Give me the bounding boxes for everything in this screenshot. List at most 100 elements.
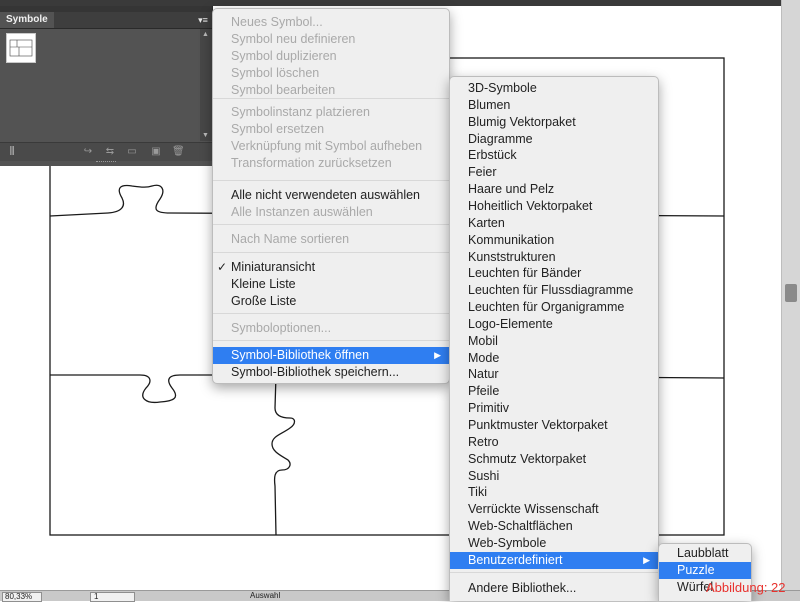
menu-item-alle-nicht-verwendeten-auswählen[interactable]: Alle nicht verwendeten auswählen <box>213 187 449 204</box>
panel-resize-grip[interactable] <box>96 161 116 166</box>
menu-item-symbol-neu-definieren: Symbol neu definieren <box>213 31 449 48</box>
menu-item-label: Laubblatt <box>677 546 729 560</box>
menu-item-label: Punktmuster Vektorpaket <box>468 418 608 432</box>
library-item-karten[interactable]: Karten <box>450 215 658 232</box>
library-item-feier[interactable]: Feier <box>450 164 658 181</box>
menu-item-kleine-liste[interactable]: Kleine Liste <box>213 276 449 293</box>
symbol-library-menu-icon[interactable]: ⫼ <box>6 146 18 158</box>
menu-item-label: Neues Symbol... <box>231 15 323 29</box>
library-item-sushi[interactable]: Sushi <box>450 468 658 485</box>
menu-item-symbol-ersetzen: Symbol ersetzen <box>213 121 449 138</box>
library-item-hoheitlich-vektorpaket[interactable]: Hoheitlich Vektorpaket <box>450 198 658 215</box>
library-item-kunststrukturen[interactable]: Kunststrukturen <box>450 249 658 266</box>
menu-item-label: Verknüpfung mit Symbol aufheben <box>231 139 423 153</box>
menu-item-label: Natur <box>468 367 499 382</box>
status-text[interactable]: Auswahl <box>250 592 280 600</box>
menu-item-symbol-bibliothek-öffnen[interactable]: Symbol-Bibliothek öffnen ▶ <box>213 347 449 364</box>
menu-item-label: Symbolinstanz platzieren <box>231 105 370 119</box>
library-item-kommunikation[interactable]: Kommunikation <box>450 232 658 249</box>
menu-item-label: Miniaturansicht <box>231 260 316 274</box>
scroll-up-icon[interactable]: ▲ <box>202 31 209 38</box>
library-item-web-schaltflächen[interactable]: Web-Schaltflächen <box>450 518 658 535</box>
menu-item-label: Haare und Pelz <box>468 182 555 197</box>
library-item-blumig-vektorpaket[interactable]: Blumig Vektorpaket <box>450 114 658 131</box>
panel-toolbar: ⫼ ↪ ⇆ ▭ ▣ 🗑 <box>0 142 212 161</box>
new-symbol-icon[interactable]: ▣ <box>150 146 162 158</box>
library-item-mobil[interactable]: Mobil <box>450 333 658 350</box>
puzzle-thumbnail-icon <box>9 39 33 57</box>
menu-separator <box>213 180 449 181</box>
menu-item-label: Alle Instanzen auswählen <box>231 205 373 219</box>
canvas-vertical-scrollbar[interactable] <box>781 0 800 590</box>
symbol-options-icon[interactable]: ▭ <box>126 146 138 158</box>
library-item-tiki[interactable]: Tiki <box>450 484 658 501</box>
menu-item-label: Symbol neu definieren <box>231 32 356 46</box>
library-item-mode[interactable]: Mode <box>450 350 658 367</box>
library-item-diagramme[interactable]: Diagramme <box>450 131 658 148</box>
library-item-web-symbole[interactable]: Web-Symbole <box>450 535 658 552</box>
library-item-leuchten-für-organigramme[interactable]: Leuchten für Organigramme <box>450 299 658 316</box>
zoom-field[interactable]: 80,33% <box>2 592 42 602</box>
library-item-logo-elemente[interactable]: Logo-Elemente <box>450 316 658 333</box>
menu-item-neues-symbol: Neues Symbol... <box>213 14 449 31</box>
menu-item-label: Tiki <box>468 485 487 500</box>
trash-icon[interactable]: 🗑 <box>172 146 185 158</box>
menu-item-symboloptionen: Symboloptionen... <box>213 320 449 337</box>
menu-item-label: Web-Symbole <box>468 535 547 550</box>
menu-item-other-library[interactable]: Andere Bibliothek... <box>450 580 658 597</box>
library-item-leuchten-für-flussdiagramme[interactable]: Leuchten für Flussdiagramme <box>450 282 658 299</box>
menu-item-label: Feier <box>468 165 497 180</box>
menu-item-label: Symbol bearbeiten <box>231 83 336 97</box>
menu-item-label: Leuchten für Bänder <box>468 266 582 281</box>
menu-item-große-liste[interactable]: Große Liste <box>213 293 449 310</box>
break-link-icon[interactable]: ⇆ <box>104 146 116 158</box>
scrollbar-thumb[interactable] <box>785 284 797 302</box>
menu-item-label: Symbol-Bibliothek speichern... <box>231 365 400 379</box>
symbols-list[interactable] <box>0 29 200 141</box>
menu-separator <box>213 224 449 225</box>
checkmark-icon: ✓ <box>217 260 228 274</box>
menu-item-label: Verrückte Wissenschaft <box>468 502 599 517</box>
menu-item-label: Kleine Liste <box>231 277 296 291</box>
custom-item-laubblatt[interactable]: Laubblatt <box>659 545 751 562</box>
custom-item-puzzle[interactable]: Puzzle <box>659 562 751 579</box>
library-item-verrückte-wissenschaft[interactable]: Verrückte Wissenschaft <box>450 501 658 518</box>
symbol-thumbnail-puzzle[interactable] <box>6 33 36 63</box>
library-item-3d-symbole[interactable]: 3D-Symbole <box>450 80 658 97</box>
menu-item-label: Symbol löschen <box>231 66 320 80</box>
menu-item-label: Benutzerdefiniert <box>468 552 563 567</box>
place-symbol-instance-icon[interactable]: ↪ <box>82 146 94 158</box>
library-item-primitiv[interactable]: Primitiv <box>450 400 658 417</box>
library-item-natur[interactable]: Natur <box>450 366 658 383</box>
symbols-panel: Symbole ▾≡ ▲ ▼ ⫼ ↪ ⇆ ▭ ▣ 🗑 <box>0 6 213 166</box>
library-item-blumen[interactable]: Blumen <box>450 97 658 114</box>
panel-scrollbar[interactable]: ▲ ▼ <box>200 29 212 141</box>
library-item-retro[interactable]: Retro <box>450 434 658 451</box>
panel-menu-icon[interactable]: ▾≡ <box>196 14 210 26</box>
scroll-down-icon[interactable]: ▼ <box>202 132 209 139</box>
tab-symbols[interactable]: Symbole <box>0 12 54 28</box>
menu-item-label: Transformation zurücksetzen <box>231 156 392 170</box>
menu-item-symbol-bibliothek-speichern[interactable]: Symbol-Bibliothek speichern... <box>213 364 449 381</box>
puzzle-seam-vertical <box>271 374 296 536</box>
artboard-number-field[interactable]: 1 <box>90 592 135 602</box>
library-item-schmutz-vektorpaket[interactable]: Schmutz Vektorpaket <box>450 451 658 468</box>
menu-item-label: Symboloptionen... <box>231 321 332 335</box>
library-item-pfeile[interactable]: Pfeile <box>450 383 658 400</box>
library-item-leuchten-für-bänder[interactable]: Leuchten für Bänder <box>450 265 658 282</box>
menu-separator <box>213 252 449 253</box>
menu-item-label: Symbol duplizieren <box>231 49 337 63</box>
menu-item-label: Leuchten für Organigramme <box>468 300 625 315</box>
menu-item-transformation-zurücksetzen: Transformation zurücksetzen <box>213 155 449 172</box>
library-item-erbstück[interactable]: Erbstück <box>450 147 658 164</box>
menu-item-label: Leuchten für Flussdiagramme <box>468 283 634 298</box>
menu-item-label: Kunststrukturen <box>468 249 556 264</box>
menu-item-label: 3D-Symbole <box>468 81 537 95</box>
symbols-panel-menu: Neues Symbol... Symbol neu definieren Symb… <box>212 8 450 384</box>
menu-item-miniaturansicht[interactable]: ✓ Miniaturansicht <box>213 259 449 276</box>
library-item-benutzerdefiniert[interactable]: Benutzerdefiniert ▶ <box>450 551 658 569</box>
library-item-punktmuster-vektorpaket[interactable]: Punktmuster Vektorpaket <box>450 417 658 434</box>
library-item-haare-und-pelz[interactable]: Haare und Pelz <box>450 181 658 198</box>
menu-item-label: Kommunikation <box>468 232 555 247</box>
menu-item-label: Logo-Elemente <box>468 316 553 331</box>
